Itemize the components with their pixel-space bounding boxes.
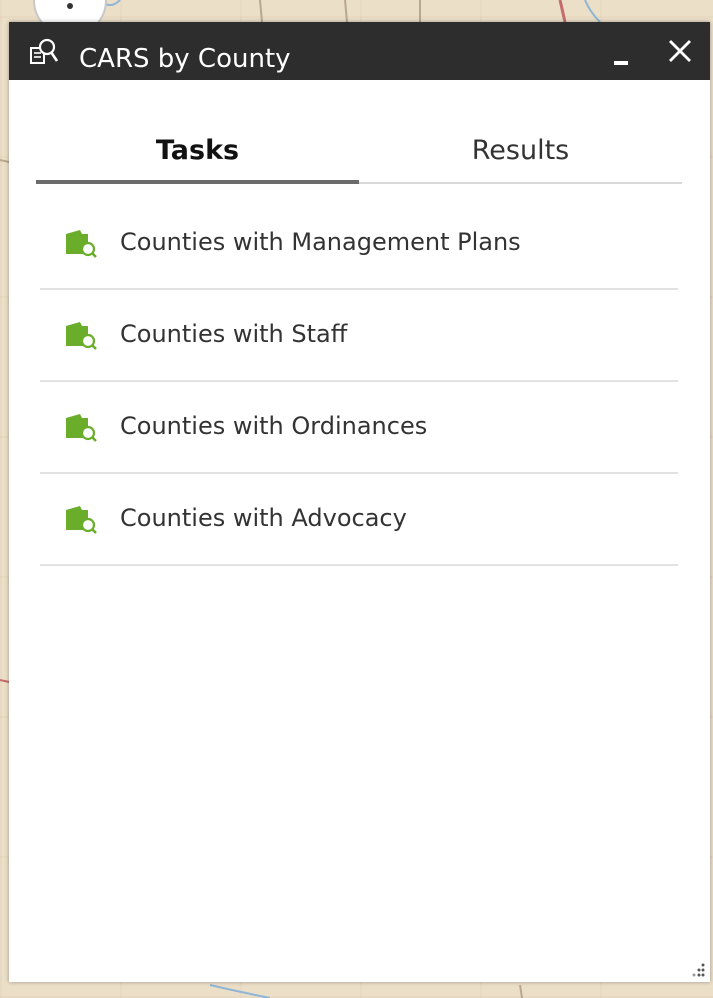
tab-bar: Tasks Results [36, 130, 682, 184]
close-icon [669, 40, 691, 62]
task-item-ordinances[interactable]: Counties with Ordinances [40, 382, 678, 474]
cars-by-county-panel: CARS by County Tasks Results Counties wi… [9, 22, 710, 982]
query-icon [29, 37, 59, 67]
task-item-management-plans[interactable]: Counties with Management Plans [40, 198, 678, 290]
resize-grip-icon[interactable] [690, 962, 706, 978]
tab-results[interactable]: Results [359, 130, 682, 182]
task-label: Counties with Advocacy [120, 504, 407, 532]
task-label: Counties with Staff [120, 320, 348, 348]
close-button[interactable] [664, 36, 696, 68]
panel-titlebar[interactable]: CARS by County [9, 22, 710, 80]
layer-search-icon [64, 412, 98, 442]
task-item-staff[interactable]: Counties with Staff [40, 290, 678, 382]
task-label: Counties with Ordinances [120, 412, 428, 440]
layer-search-icon [64, 228, 98, 258]
panel-title: CARS by County [79, 44, 291, 74]
layer-search-icon [64, 504, 98, 534]
minimize-icon [614, 61, 628, 65]
layer-search-icon [64, 320, 98, 350]
task-list: Counties with Management Plans Counties … [40, 198, 678, 566]
task-label: Counties with Management Plans [120, 228, 521, 256]
task-item-advocacy[interactable]: Counties with Advocacy [40, 474, 678, 566]
tab-tasks[interactable]: Tasks [36, 130, 359, 184]
minimize-button[interactable] [608, 38, 634, 68]
